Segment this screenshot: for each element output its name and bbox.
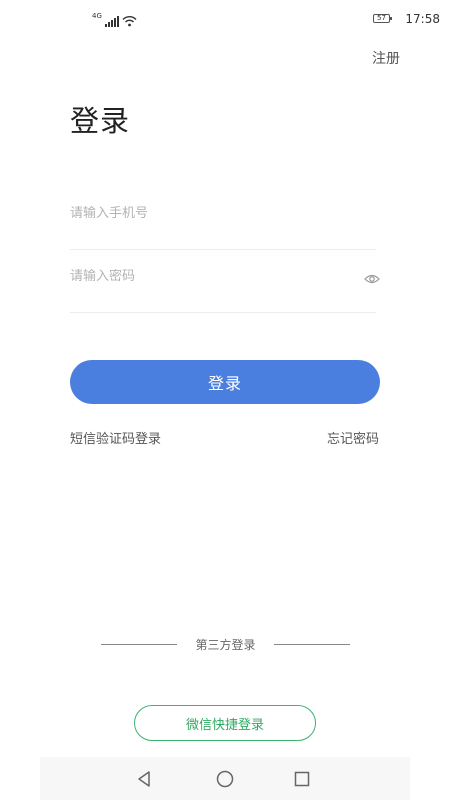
page-title: 登录 — [70, 104, 131, 138]
password-field — [70, 251, 380, 313]
signal-icon — [104, 15, 119, 27]
forgot-password-link[interactable]: 忘记密码 — [327, 428, 379, 447]
wifi-icon — [122, 16, 137, 27]
battery-icon: 57 — [373, 14, 392, 23]
register-link[interactable]: 注册 — [372, 48, 400, 68]
third-party-section: 第三方登录 — [101, 636, 350, 654]
login-screen: 4G 57 17:58 注册 登录 请输入手机号 登录 短信验证码登录 忘记密码… — [0, 0, 450, 800]
wechat-login-button[interactable]: 微信快捷登录 — [134, 705, 316, 741]
phone-field — [70, 188, 376, 250]
system-nav-bar — [40, 757, 410, 800]
eye-icon[interactable] — [364, 273, 380, 285]
home-icon[interactable] — [215, 769, 235, 789]
battery-level: 57 — [377, 14, 386, 22]
sms-login-link[interactable]: 短信验证码登录 — [70, 428, 161, 447]
password-input[interactable] — [70, 269, 340, 284]
login-button[interactable]: 登录 — [70, 360, 380, 404]
status-left: 4G — [92, 12, 137, 27]
network-type: 4G — [92, 12, 102, 20]
status-time: 17:58 — [405, 12, 440, 26]
phone-input[interactable] — [70, 206, 340, 221]
divider-right — [274, 644, 350, 645]
status-bar: 4G 57 17:58 — [0, 0, 450, 40]
back-icon[interactable] — [135, 769, 155, 789]
status-right: 57 17:58 — [373, 12, 440, 26]
recent-apps-icon[interactable] — [292, 769, 312, 789]
